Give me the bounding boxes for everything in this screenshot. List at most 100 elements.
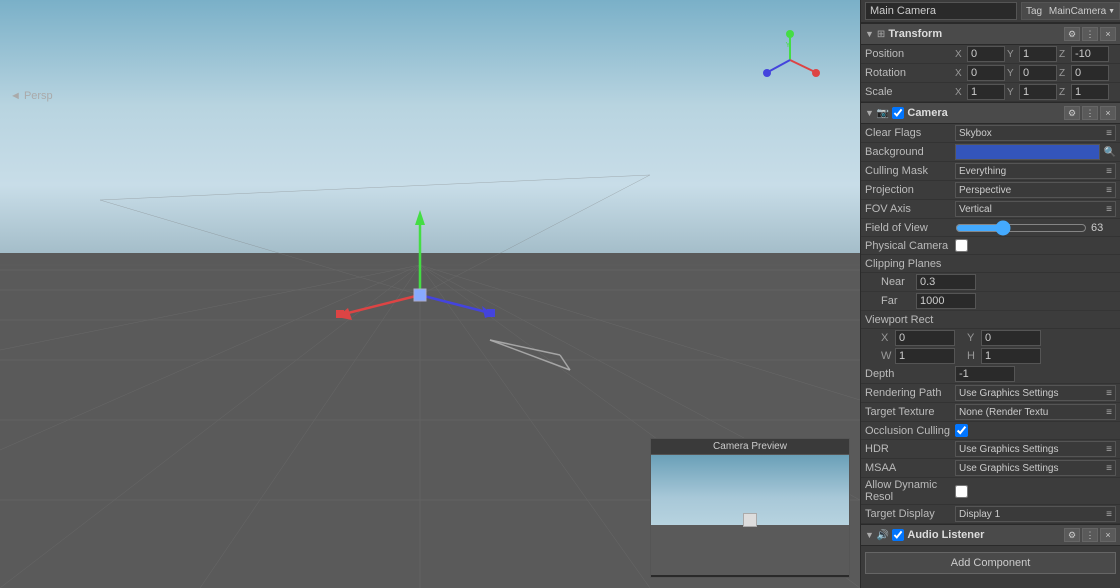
occlusion-culling-label: Occlusion Culling bbox=[865, 425, 955, 437]
transform-more-btn[interactable]: ⋮ bbox=[1082, 27, 1098, 41]
scale-x-input[interactable] bbox=[967, 84, 1005, 100]
position-xyz: X Y Z bbox=[955, 46, 1116, 62]
near-label: Near bbox=[881, 276, 916, 288]
inspector-top-bar: Tag MainCamera Layer Default bbox=[861, 0, 1120, 23]
audio-listener-section-header: ▼ 🔊 Audio Listener ⚙ ⋮ × bbox=[861, 524, 1120, 546]
clear-flags-label: Clear Flags bbox=[865, 127, 955, 139]
fov-slider[interactable] bbox=[955, 222, 1087, 234]
fov-value: 63 bbox=[1091, 222, 1116, 234]
audio-arrow[interactable]: ▼ bbox=[865, 530, 874, 540]
viewport-rect-label: Viewport Rect bbox=[865, 314, 955, 326]
camera-preview-content bbox=[651, 455, 849, 575]
rotation-label: Rotation bbox=[865, 67, 955, 79]
vp-x-input[interactable] bbox=[895, 330, 955, 346]
camera-icon: 📷 bbox=[877, 108, 889, 119]
clipping-planes-label: Clipping Planes bbox=[865, 258, 955, 270]
audio-icon: 🔊 bbox=[877, 530, 889, 541]
occlusion-culling-checkbox[interactable] bbox=[955, 424, 968, 437]
far-label: Far bbox=[881, 295, 916, 307]
audio-close-btn[interactable]: × bbox=[1100, 528, 1116, 542]
camera-preview: Camera Preview bbox=[650, 438, 850, 578]
fov-axis-dropdown[interactable]: Vertical bbox=[955, 201, 1116, 217]
allow-dynamic-label: Allow Dynamic Resol bbox=[865, 479, 955, 503]
scale-z-input[interactable] bbox=[1071, 84, 1109, 100]
scale-y-input[interactable] bbox=[1019, 84, 1057, 100]
clipping-far-row: Far bbox=[861, 292, 1120, 311]
persp-label: ◄ Persp bbox=[10, 90, 53, 102]
target-display-row: Target Display Display 1 bbox=[861, 505, 1120, 524]
rotation-xyz: X Y Z bbox=[955, 65, 1116, 81]
culling-mask-row: Culling Mask Everything bbox=[861, 162, 1120, 181]
pos-z-label: Z bbox=[1059, 49, 1069, 60]
camera-more-btn[interactable]: ⋮ bbox=[1082, 106, 1098, 120]
cam-preview-marker bbox=[743, 513, 757, 527]
clear-flags-dropdown[interactable]: Skybox bbox=[955, 125, 1116, 141]
rot-x-input[interactable] bbox=[967, 65, 1005, 81]
camera-settings-btn[interactable]: ⚙ bbox=[1064, 106, 1080, 120]
transform-arrow[interactable]: ▼ bbox=[865, 29, 874, 39]
msaa-row: MSAA Use Graphics Settings bbox=[861, 459, 1120, 478]
audio-listener-enabled-checkbox[interactable] bbox=[892, 529, 904, 541]
position-row: Position X Y Z bbox=[861, 45, 1120, 64]
vp-x-label: X bbox=[881, 332, 891, 344]
viewport-xy-row: X Y bbox=[861, 329, 1120, 347]
culling-mask-dropdown[interactable]: Everything bbox=[955, 163, 1116, 179]
background-label: Background bbox=[865, 146, 955, 158]
scale-xyz: X Y Z bbox=[955, 84, 1116, 100]
target-display-label: Target Display bbox=[865, 508, 955, 520]
vp-w-label: W bbox=[881, 350, 891, 362]
eyedropper-icon[interactable]: 🔍 bbox=[1104, 147, 1116, 158]
depth-input[interactable] bbox=[955, 366, 1015, 382]
svg-text:Y: Y bbox=[786, 42, 791, 49]
camera-arrow[interactable]: ▼ bbox=[865, 108, 874, 118]
rendering-path-dropdown[interactable]: Use Graphics Settings bbox=[955, 385, 1116, 401]
depth-label: Depth bbox=[865, 368, 955, 380]
transform-title: Transform bbox=[888, 28, 1061, 40]
far-input[interactable] bbox=[916, 293, 976, 309]
hdr-row: HDR Use Graphics Settings bbox=[861, 440, 1120, 459]
hdr-label: HDR bbox=[865, 443, 955, 455]
physical-camera-label: Physical Camera bbox=[865, 240, 955, 252]
fov-axis-label: FOV Axis bbox=[865, 203, 955, 215]
target-texture-label: Target Texture bbox=[865, 406, 955, 418]
physical-camera-checkbox[interactable] bbox=[955, 239, 968, 252]
rot-z-input[interactable] bbox=[1071, 65, 1109, 81]
rot-y-input[interactable] bbox=[1019, 65, 1057, 81]
camera-preview-header: Camera Preview bbox=[651, 439, 849, 455]
allow-dynamic-row: Allow Dynamic Resol bbox=[861, 478, 1120, 505]
depth-row: Depth bbox=[861, 365, 1120, 384]
msaa-dropdown[interactable]: Use Graphics Settings bbox=[955, 460, 1116, 476]
tag-dropdown[interactable]: Tag MainCamera bbox=[1021, 2, 1120, 20]
pos-x-input[interactable] bbox=[967, 46, 1005, 62]
audio-settings-btn[interactable]: ⚙ bbox=[1064, 528, 1080, 542]
target-display-dropdown[interactable]: Display 1 bbox=[955, 506, 1116, 522]
hdr-dropdown[interactable]: Use Graphics Settings bbox=[955, 441, 1116, 457]
audio-more-btn[interactable]: ⋮ bbox=[1082, 528, 1098, 542]
camera-name-input[interactable] bbox=[865, 2, 1017, 20]
background-row: Background 🔍 bbox=[861, 143, 1120, 162]
audio-listener-title: Audio Listener bbox=[907, 529, 1061, 541]
vp-w-input[interactable] bbox=[895, 348, 955, 364]
camera-enabled-checkbox[interactable] bbox=[892, 107, 904, 119]
culling-mask-label: Culling Mask bbox=[865, 165, 955, 177]
target-texture-dropdown[interactable]: None (Render Textu bbox=[955, 404, 1116, 420]
pos-x-label: X bbox=[955, 49, 965, 60]
vp-h-input[interactable] bbox=[981, 348, 1041, 364]
add-component-button[interactable]: Add Component bbox=[865, 552, 1116, 574]
vp-y-input[interactable] bbox=[981, 330, 1041, 346]
camera-close-btn[interactable]: × bbox=[1100, 106, 1116, 120]
camera-section-header: ▼ 📷 Camera ⚙ ⋮ × bbox=[861, 102, 1120, 124]
projection-dropdown[interactable]: Perspective bbox=[955, 182, 1116, 198]
near-input[interactable] bbox=[916, 274, 976, 290]
scene-view[interactable]: Y ◄ Persp Camera Preview bbox=[0, 0, 860, 588]
pos-y-input[interactable] bbox=[1019, 46, 1057, 62]
pos-z-input[interactable] bbox=[1071, 46, 1109, 62]
transform-settings-btn[interactable]: ⚙ bbox=[1064, 27, 1080, 41]
fov-axis-row: FOV Axis Vertical bbox=[861, 200, 1120, 219]
viewport-rect-label-row: Viewport Rect bbox=[861, 311, 1120, 329]
background-color-swatch[interactable] bbox=[955, 144, 1100, 160]
fov-row: Field of View 63 bbox=[861, 219, 1120, 237]
vp-h-label: H bbox=[967, 350, 977, 362]
transform-close-btn[interactable]: × bbox=[1100, 27, 1116, 41]
allow-dynamic-checkbox[interactable] bbox=[955, 485, 968, 498]
